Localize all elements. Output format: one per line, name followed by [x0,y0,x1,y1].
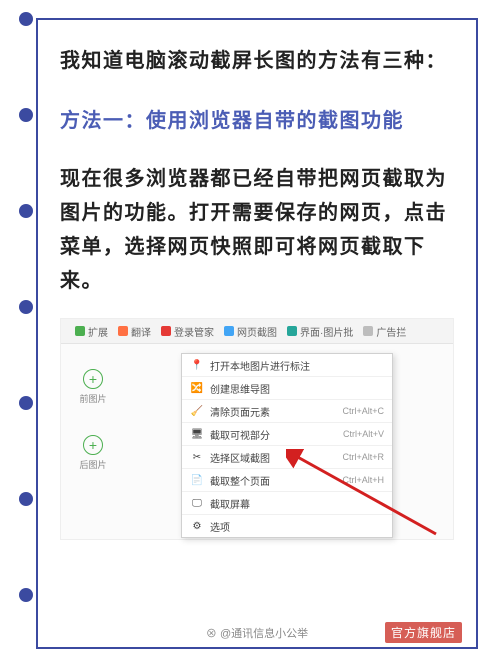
menu-open-local-image[interactable]: 📍 打开本地图片进行标注 [182,354,392,377]
intro-text: 我知道电脑滚动截屏长图的方法有三种： [60,44,454,78]
gear-icon: ⚙ [190,521,204,532]
toolbar-ui[interactable]: 界面·图片批 [287,324,353,339]
monitor-icon: 🖥 [190,429,204,440]
menu-mindmap[interactable]: 🔀 创建思维导图 [182,377,392,400]
method-1-title: 方法一：使用浏览器自带的截图功能 [60,104,454,138]
menu-capture-region[interactable]: ✂ 选择区域截图 Ctrl+Alt+R [182,446,392,469]
browser-toolbar: 扩展 翻译 登录管家 网页截图 界面·图片批 广告拦 [61,319,453,344]
menu-clear-elements[interactable]: 🧹 清除页面元素 Ctrl+Alt+C [182,400,392,423]
context-menu: 📍 打开本地图片进行标注 🔀 创建思维导图 🧹 清除页面元素 Ctrl+Alt+… [181,353,393,538]
menu-capture-visible[interactable]: 🖥 截取可视部分 Ctrl+Alt+V [182,423,392,446]
menu-capture-full-page[interactable]: 📄 截取整个页面 Ctrl+Alt+H [182,469,392,492]
screen-icon: 🖵 [190,498,204,509]
page-icon: 📄 [190,475,204,486]
source-attribution: ⊗ @通讯信息小公举 [206,625,308,641]
plus-icon: + [83,435,103,455]
embedded-screenshot: 扩展 翻译 登录管家 网页截图 界面·图片批 广告拦 + 前图片 + 后图片 [60,318,454,540]
binder-dots [16,0,36,667]
content-card: 我知道电脑滚动截屏长图的方法有三种： 方法一：使用浏览器自带的截图功能 现在很多… [36,18,478,649]
method-1-body: 现在很多浏览器都已经自带把网页截取为图片的功能。打开需要保存的网页，点击菜单，选… [60,162,454,298]
toolbar-extensions[interactable]: 扩展 [75,324,108,339]
menu-capture-screen[interactable]: 🖵 截取屏幕 [182,492,392,515]
toolbar-screenshot[interactable]: 网页截图 [224,324,277,339]
toolbar-translate[interactable]: 翻译 [118,324,151,339]
tab-label: 前图片 [79,392,106,405]
scissors-icon: ✂ [190,452,204,463]
tab-after-image[interactable]: + 后图片 [71,435,115,471]
broom-icon: 🧹 [190,406,204,417]
plus-icon: + [83,369,103,389]
menu-options[interactable]: ⚙ 选项 [182,515,392,537]
tab-label: 后图片 [79,458,106,471]
left-tabs: + 前图片 + 后图片 [71,369,115,501]
page: 我知道电脑滚动截屏长图的方法有三种： 方法一：使用浏览器自带的截图功能 现在很多… [0,0,500,667]
toolbar-adblock[interactable]: 广告拦 [363,324,406,339]
tab-before-image[interactable]: + 前图片 [71,369,115,405]
watermark-badge: 官方旗舰店 [385,622,462,643]
pin-icon: 📍 [190,360,204,371]
toolbar-login[interactable]: 登录管家 [161,324,214,339]
mindmap-icon: 🔀 [190,383,204,394]
